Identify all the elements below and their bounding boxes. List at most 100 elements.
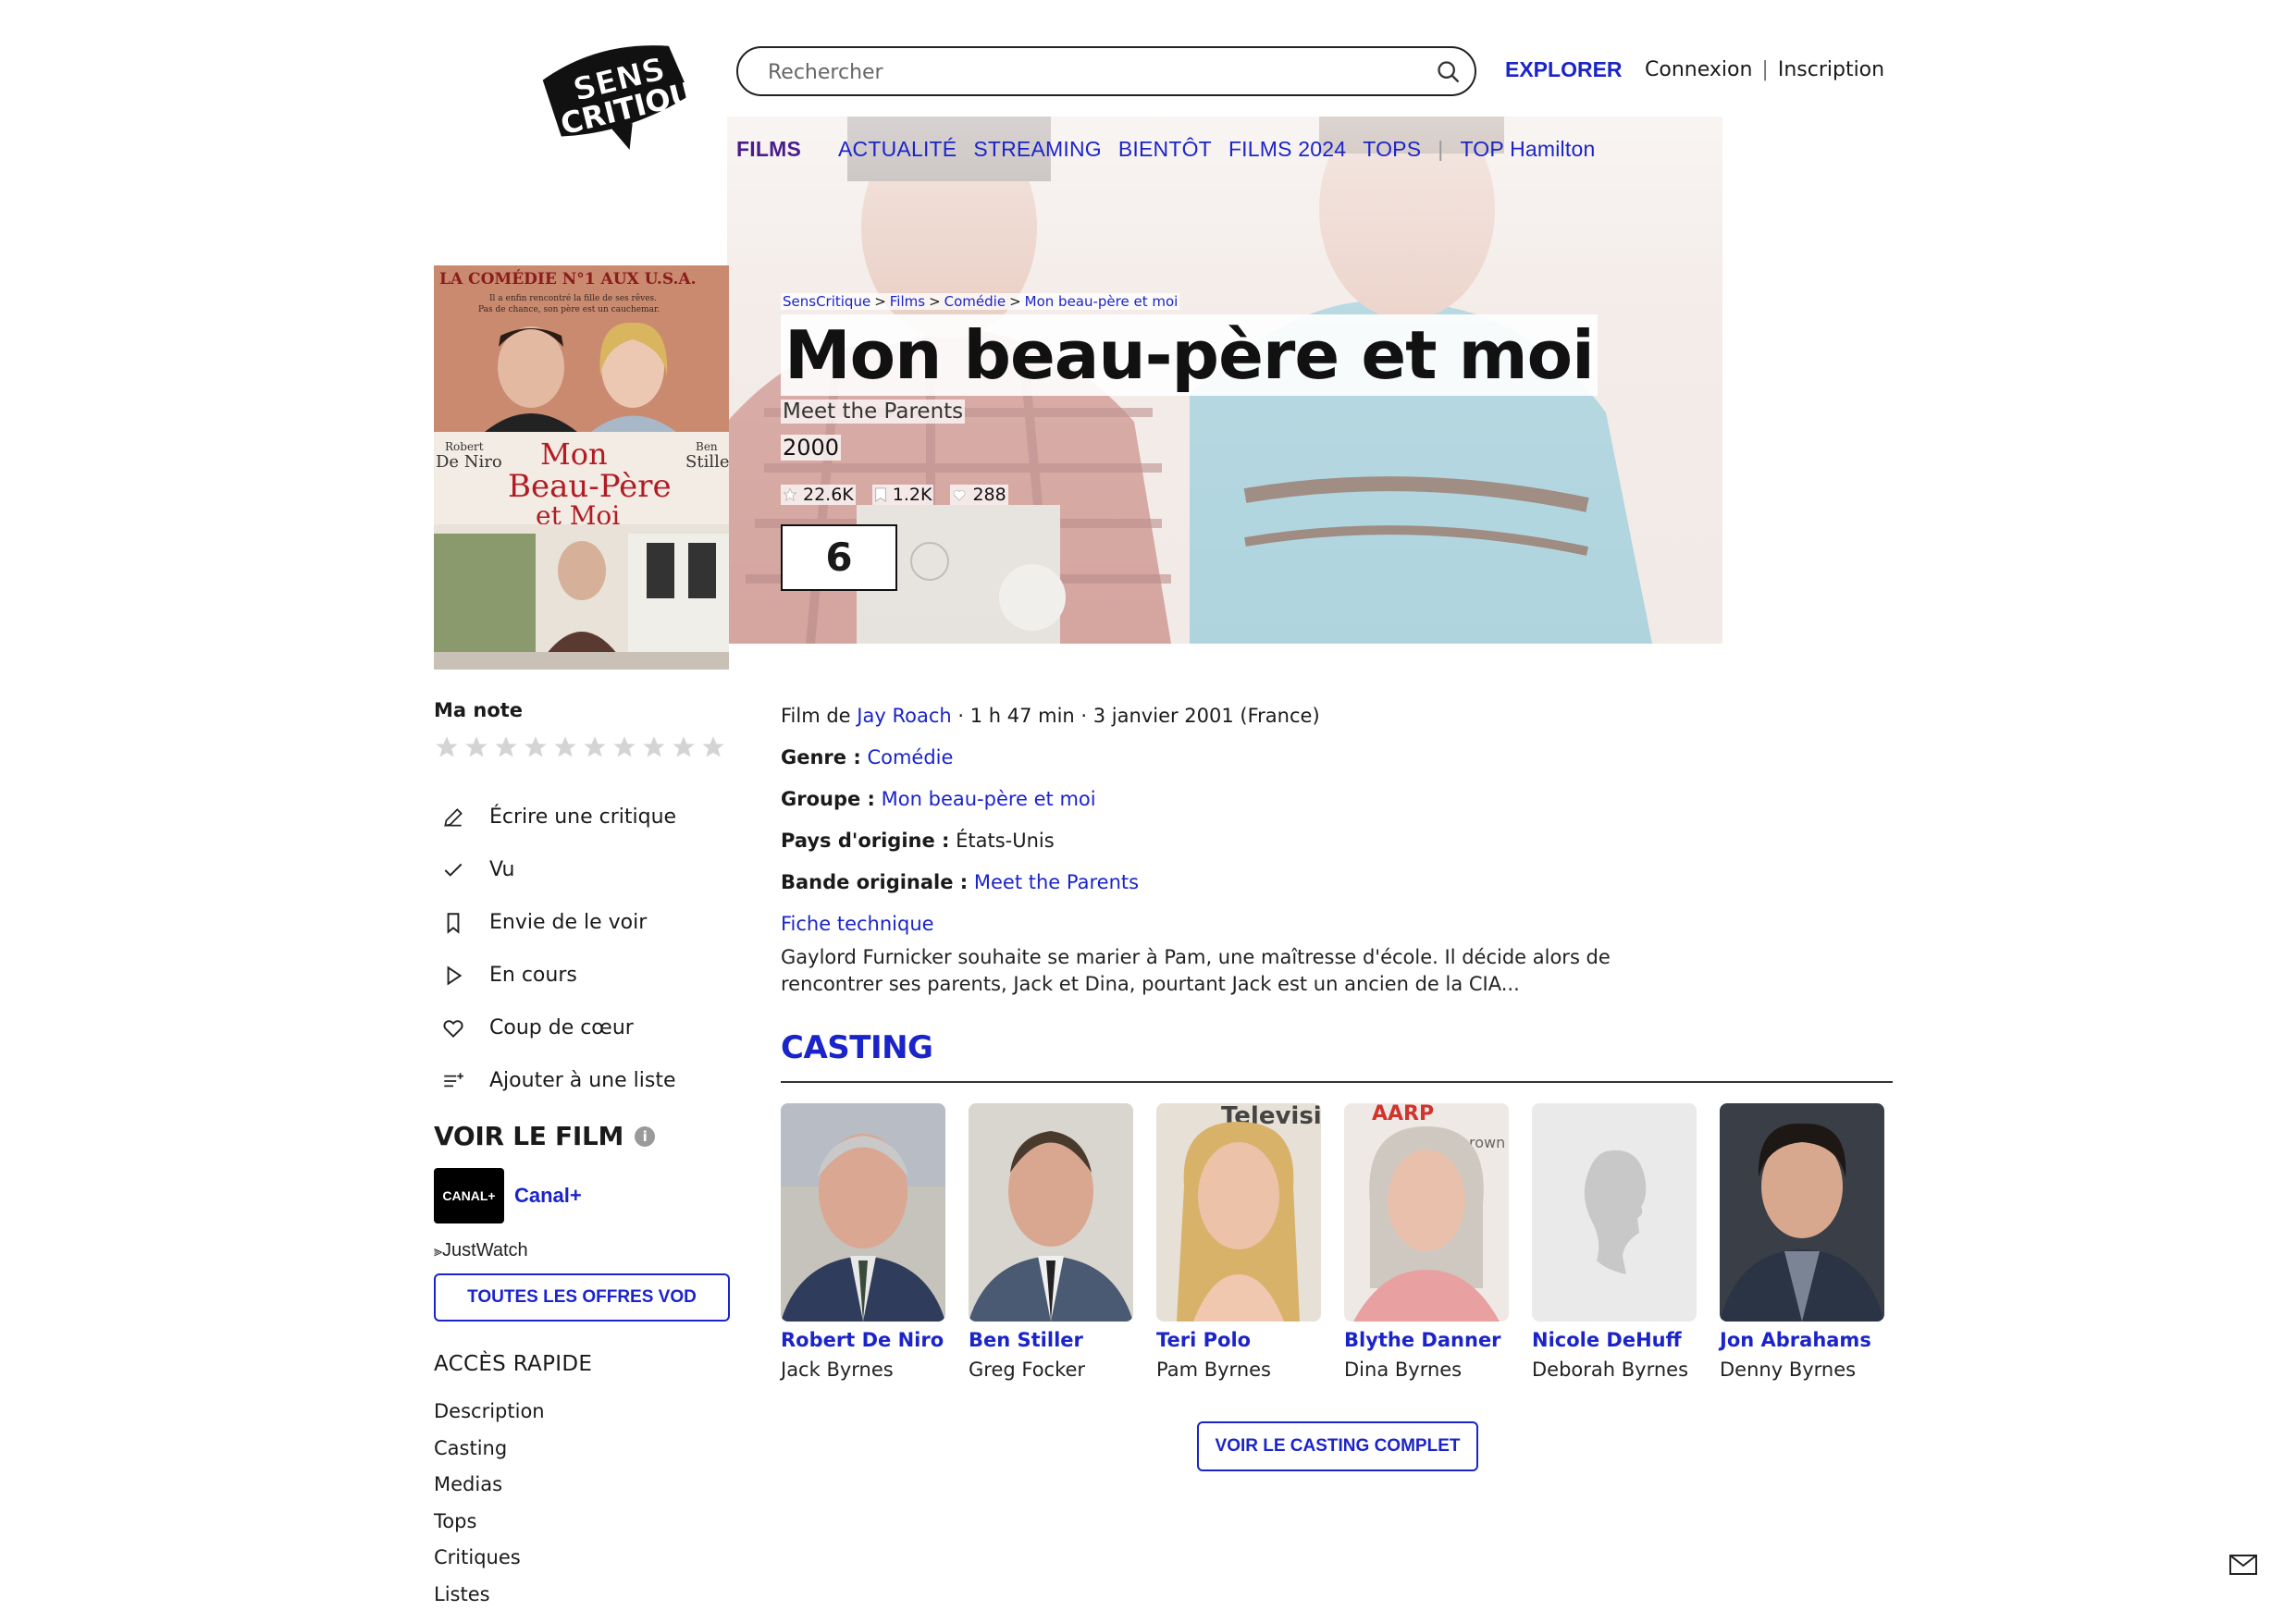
nav-bientot[interactable]: BIENTÔT xyxy=(1118,137,1212,162)
favorites-count: 288 xyxy=(972,485,1006,505)
quick-link-critiques[interactable]: Critiques xyxy=(434,1540,545,1577)
justwatch-logo[interactable]: ⫸JustWatch xyxy=(434,1240,528,1261)
canal-plus-logo[interactable]: CANAL+ xyxy=(434,1168,504,1223)
rating-star-icon[interactable] xyxy=(552,734,578,760)
search-input[interactable] xyxy=(766,57,1417,87)
actor-name[interactable]: Robert De Niro xyxy=(781,1329,945,1351)
rating-star-icon[interactable] xyxy=(493,734,519,760)
tech-sheet-link[interactable]: Fiche technique xyxy=(781,913,934,935)
nav-tops[interactable]: TOPS xyxy=(1363,137,1421,162)
full-casting-button[interactable]: VOIR LE CASTING COMPLET xyxy=(1197,1421,1478,1471)
quick-link-tops[interactable]: Tops xyxy=(434,1504,545,1541)
rating-star-icon[interactable] xyxy=(523,734,549,760)
nav-films[interactable]: FILMS xyxy=(736,137,801,162)
breadcrumb-current[interactable]: Mon beau-père et moi xyxy=(1025,293,1179,310)
write-review-action[interactable]: Écrire une critique xyxy=(441,791,676,843)
release-year: 2000 xyxy=(781,435,842,461)
role-name: Pam Byrnes xyxy=(1156,1359,1271,1381)
quick-link-medias[interactable]: Medias xyxy=(434,1467,545,1504)
silhouette-icon xyxy=(1532,1103,1697,1322)
quick-link-description[interactable]: Description xyxy=(434,1394,545,1431)
group-link[interactable]: Mon beau-père et moi xyxy=(882,788,1096,810)
mail-icon[interactable] xyxy=(2229,1554,2257,1576)
nav-actualite[interactable]: ACTUALITÉ xyxy=(838,137,957,162)
login-link[interactable]: Connexion xyxy=(1645,58,1752,81)
nav-top-hamilton[interactable]: TOP Hamilton xyxy=(1460,137,1595,162)
cast-card[interactable]: Jon Abrahams Denny Byrnes xyxy=(1720,1103,1884,1381)
provider-link[interactable]: Canal+ xyxy=(514,1184,582,1208)
quick-link-listes[interactable]: Listes xyxy=(434,1577,545,1614)
poster-title-2: Beau-Père xyxy=(508,468,672,505)
actor-photo[interactable]: Televisi xyxy=(1156,1103,1321,1322)
info-icon[interactable]: i xyxy=(635,1125,656,1147)
add-to-list-action[interactable]: Ajouter à une liste xyxy=(441,1054,676,1107)
rating-star-icon[interactable] xyxy=(671,734,697,760)
seen-action[interactable]: Vu xyxy=(441,843,676,896)
role-name: Deborah Byrnes xyxy=(1532,1359,1689,1381)
heart-icon xyxy=(954,490,966,501)
action-label: Envie de le voir xyxy=(489,911,648,934)
action-list: Écrire une critique Vu Envie de le voir … xyxy=(441,791,676,1107)
role-name: Dina Byrnes xyxy=(1344,1359,1463,1381)
cast-card[interactable]: Nicole DeHuff Deborah Byrnes xyxy=(1532,1103,1697,1381)
genre-link[interactable]: Comédie xyxy=(867,746,953,768)
poster-actor-left-2: De Niro xyxy=(436,452,502,472)
actor-photo[interactable]: AARP rown xyxy=(1344,1103,1509,1322)
watch-title: VOIR LE FILM xyxy=(434,1121,624,1151)
cast-card[interactable]: Robert De Niro Jack Byrnes xyxy=(781,1103,945,1381)
actor-photo[interactable] xyxy=(1720,1103,1884,1322)
actor-name[interactable]: Blythe Danner xyxy=(1344,1329,1509,1351)
actor-name[interactable]: Ben Stiller xyxy=(969,1329,1133,1351)
vod-offers-button[interactable]: TOUTES LES OFFRES VOD xyxy=(434,1273,730,1322)
poster-tagline: LA COMÉDIE N°1 AUX U.S.A. xyxy=(439,269,697,289)
rating-star-icon[interactable] xyxy=(434,734,460,760)
svg-text:rown: rown xyxy=(1469,1134,1505,1151)
breadcrumb-genre[interactable]: Comédie xyxy=(944,293,1006,310)
breadcrumb-films[interactable]: Films xyxy=(890,293,925,310)
cast-card[interactable]: AARP rown Blythe Danner Dina Byrnes xyxy=(1344,1103,1509,1381)
breadcrumb-home[interactable]: SensCritique xyxy=(783,293,870,310)
country-line: Pays d'origine : États-Unis xyxy=(781,830,1055,852)
poster-actor-right-1: Ben xyxy=(696,440,718,453)
cast-card[interactable]: Televisi Teri Polo Pam Byrnes xyxy=(1156,1103,1321,1381)
watch-section-title: VOIR LE FILM i xyxy=(434,1121,656,1151)
actor-name[interactable]: Nicole DeHuff xyxy=(1532,1329,1697,1351)
wishlist-action[interactable]: Envie de le voir xyxy=(441,896,676,949)
poster-actor-right-2: Stiller xyxy=(685,452,729,472)
actor-photo-placeholder[interactable] xyxy=(1532,1103,1697,1322)
role-name: Denny Byrnes xyxy=(1720,1359,1857,1381)
nav-streaming[interactable]: STREAMING xyxy=(973,137,1102,162)
synopsis: Gaylord Furnicker souhaite se marier à P… xyxy=(781,946,1611,995)
rating-star-icon[interactable] xyxy=(611,734,637,760)
my-rating-label: Ma note xyxy=(434,699,524,721)
heart-icon xyxy=(443,1019,463,1038)
original-version-link[interactable]: Meet the Parents xyxy=(974,871,1139,893)
ratings-count: 22.6K xyxy=(803,485,854,505)
in-progress-action[interactable]: En cours xyxy=(441,949,676,1002)
action-label: Écrire une critique xyxy=(489,805,677,829)
actor-name[interactable]: Jon Abrahams xyxy=(1720,1329,1884,1351)
director-link[interactable]: Jay Roach xyxy=(857,705,951,727)
action-label: Vu xyxy=(489,858,515,881)
senscritique-logo[interactable]: SENS CRITIQUE xyxy=(518,28,717,157)
signup-link[interactable]: Inscription xyxy=(1778,58,1884,81)
search-icon[interactable] xyxy=(1436,59,1462,85)
rating-star-icon[interactable] xyxy=(641,734,667,760)
actor-photo[interactable] xyxy=(969,1103,1133,1322)
quick-link-casting[interactable]: Casting xyxy=(434,1431,545,1468)
actor-photo[interactable] xyxy=(781,1103,945,1322)
favorite-action[interactable]: Coup de cœur xyxy=(441,1002,676,1054)
film-poster[interactable]: LA COMÉDIE N°1 AUX U.S.A. Il a enfin ren… xyxy=(434,265,729,670)
my-rating-stars[interactable] xyxy=(434,734,726,760)
actor-name[interactable]: Teri Polo xyxy=(1156,1329,1321,1351)
poster-title-1: Mon xyxy=(540,436,608,472)
rating-star-icon[interactable] xyxy=(582,734,608,760)
nav-films-2024[interactable]: FILMS 2024 xyxy=(1228,137,1346,162)
explorer-link[interactable]: EXPLORER xyxy=(1505,57,1623,82)
search-bar[interactable] xyxy=(736,46,1476,96)
casting-divider xyxy=(781,1081,1893,1083)
rating-star-icon[interactable] xyxy=(463,734,489,760)
cast-card[interactable]: Ben Stiller Greg Focker xyxy=(969,1103,1133,1381)
list-add-icon xyxy=(444,1072,463,1087)
rating-star-icon[interactable] xyxy=(700,734,726,760)
